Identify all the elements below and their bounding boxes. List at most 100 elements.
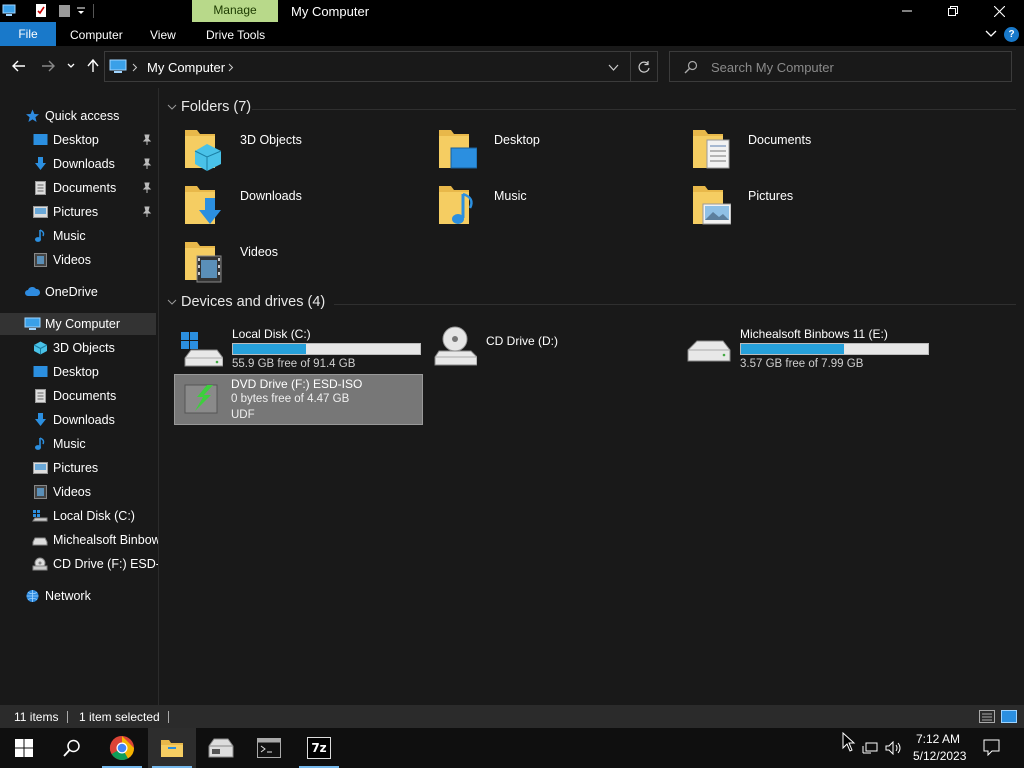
start-button[interactable]	[0, 728, 48, 768]
expand-ribbon-icon[interactable]	[985, 29, 997, 39]
network-tray-icon[interactable]	[862, 742, 878, 754]
drive-local-disk-c[interactable]: Local Disk (C:) 55.9 GB free of 91.4 GB	[175, 325, 425, 375]
cd-drive-icon	[32, 557, 48, 571]
address-bar[interactable]: My Computer	[104, 51, 658, 82]
drive-dvd-f-selected[interactable]: DVD Drive (F:) ESD-ISO 0 bytes free of 4…	[174, 374, 423, 425]
large-icons-view-icon[interactable]	[1001, 710, 1017, 723]
tab-drive-tools[interactable]: Drive Tools	[206, 28, 265, 42]
address-path[interactable]: My Computer	[147, 60, 225, 75]
nav-quick-downloads[interactable]: Downloads	[0, 153, 156, 175]
drives-group-label: Devices and drives (4)	[181, 294, 326, 310]
customize-qa-icon[interactable]	[75, 3, 87, 18]
chevron-right-icon[interactable]	[132, 63, 138, 72]
tab-file[interactable]: File	[0, 22, 56, 46]
computer-icon[interactable]	[2, 3, 16, 18]
nav-pc-documents[interactable]: Documents	[0, 385, 156, 407]
chevron-down-icon[interactable]	[167, 294, 177, 310]
properties-icon[interactable]	[34, 3, 48, 18]
clock-time[interactable]: 7:12 AM	[916, 732, 960, 746]
drive-usb-e[interactable]: Michealsoft Binbows 11 (E:) 3.57 GB free…	[683, 325, 933, 375]
help-icon[interactable]: ?	[1004, 27, 1019, 42]
clock-date[interactable]: 5/12/2023	[913, 749, 966, 763]
address-dropdown-icon[interactable]	[608, 64, 619, 72]
pin-icon[interactable]	[142, 134, 152, 146]
nav-pc-local-disk-c[interactable]: Local Disk (C:)	[0, 505, 156, 527]
search-box[interactable]: Search My Computer	[669, 51, 1012, 82]
mouse-cursor-icon	[842, 732, 856, 752]
pin-icon[interactable]	[142, 158, 152, 170]
forward-arrow-icon[interactable]	[40, 58, 56, 74]
chevron-right-icon[interactable]	[228, 63, 234, 72]
new-folder-icon[interactable]	[58, 3, 72, 18]
windows-drive-icon	[32, 510, 48, 522]
taskbar-chrome[interactable]	[98, 728, 146, 768]
folder-name: Videos	[240, 245, 278, 259]
folder-downloads[interactable]: Downloads	[183, 182, 431, 232]
nav-label: Pictures	[53, 205, 99, 219]
notification-icon[interactable]	[983, 739, 1000, 756]
taskbar-terminal[interactable]	[245, 728, 293, 768]
folder-pictures[interactable]: Pictures	[691, 182, 939, 232]
folder-desktop[interactable]: Desktop	[437, 126, 685, 176]
nav-onedrive[interactable]: OneDrive	[0, 281, 156, 303]
folder-documents[interactable]: Documents	[691, 126, 939, 176]
nav-quick-access[interactable]: Quick access	[0, 105, 156, 127]
drive-cd-d[interactable]: CD Drive (D:)	[429, 325, 679, 375]
folders-group-header[interactable]: Folders (7)	[167, 99, 251, 119]
nav-pc-music[interactable]: Music	[0, 433, 156, 455]
nav-pc-pictures[interactable]: Pictures	[0, 457, 156, 479]
chevron-down-icon[interactable]	[167, 99, 177, 115]
nav-quick-videos[interactable]: Videos	[0, 249, 156, 271]
7zip-icon: 7z	[307, 737, 331, 759]
nav-my-computer[interactable]: My Computer	[0, 313, 156, 335]
recent-locations-icon[interactable]	[66, 58, 76, 74]
search-input[interactable]: Search My Computer	[711, 60, 834, 75]
status-bar: 11 items 1 item selected	[0, 705, 1024, 728]
nav-pc-desktop[interactable]: Desktop	[0, 361, 156, 383]
close-button[interactable]	[976, 0, 1022, 22]
nav-pc-cd-drive-f[interactable]: CD Drive (F:) ESD-ISO	[0, 553, 158, 575]
folder-3d-objects[interactable]: 3D Objects	[183, 126, 431, 176]
details-view-icon[interactable]	[979, 710, 995, 723]
nav-quick-desktop[interactable]: Desktop	[0, 129, 156, 151]
content-pane: Folders (7) 3D Objects Desktop Documents…	[159, 88, 1024, 705]
tab-manage[interactable]: Manage	[192, 0, 278, 22]
drive-usage-fill	[233, 344, 306, 354]
ribbon: File Computer View Drive Tools ?	[0, 22, 1024, 46]
tab-computer[interactable]: Computer	[70, 28, 123, 42]
drives-group-header[interactable]: Devices and drives (4)	[167, 294, 325, 314]
window-title: My Computer	[291, 4, 370, 19]
pin-icon[interactable]	[142, 206, 152, 218]
taskbar-drive-app[interactable]	[197, 728, 245, 768]
folder-music[interactable]: Music	[437, 182, 685, 232]
nav-pc-usb-drive-e[interactable]: Michealsoft Binbows 11 (E:)	[0, 529, 158, 551]
folder-name: Music	[494, 189, 527, 203]
refresh-icon[interactable]	[637, 60, 651, 74]
address-row: My Computer Search My Computer	[0, 46, 1024, 88]
restore-button[interactable]	[930, 0, 976, 22]
nav-network[interactable]: Network	[0, 585, 156, 607]
search-button[interactable]	[48, 728, 96, 768]
minimize-button[interactable]	[884, 0, 930, 22]
star-icon	[26, 109, 39, 122]
back-arrow-icon[interactable]	[11, 58, 27, 74]
nav-label: Documents	[53, 389, 117, 403]
up-arrow-icon[interactable]	[85, 58, 101, 74]
nav-pc-3d-objects[interactable]: 3D Objects	[0, 337, 156, 359]
pin-icon[interactable]	[142, 182, 152, 194]
nav-quick-music[interactable]: Music	[0, 225, 156, 247]
nav-quick-pictures[interactable]: Pictures	[0, 201, 156, 223]
nav-pc-downloads[interactable]: Downloads	[0, 409, 156, 431]
taskbar-file-explorer[interactable]	[148, 728, 196, 768]
nav-quick-documents[interactable]: Documents	[0, 177, 156, 199]
nav-pc-videos[interactable]: Videos	[0, 481, 156, 503]
drive-usage-bar	[740, 343, 929, 355]
drive-usage-bar	[232, 343, 421, 355]
drive-name: CD Drive (D:)	[486, 334, 558, 348]
volume-icon[interactable]	[885, 741, 903, 755]
taskbar-7zip[interactable]: 7z	[295, 728, 343, 768]
folder-name: Pictures	[748, 189, 794, 203]
divider	[334, 304, 1016, 305]
tab-view[interactable]: View	[150, 28, 176, 42]
folder-videos[interactable]: Videos	[183, 238, 431, 288]
